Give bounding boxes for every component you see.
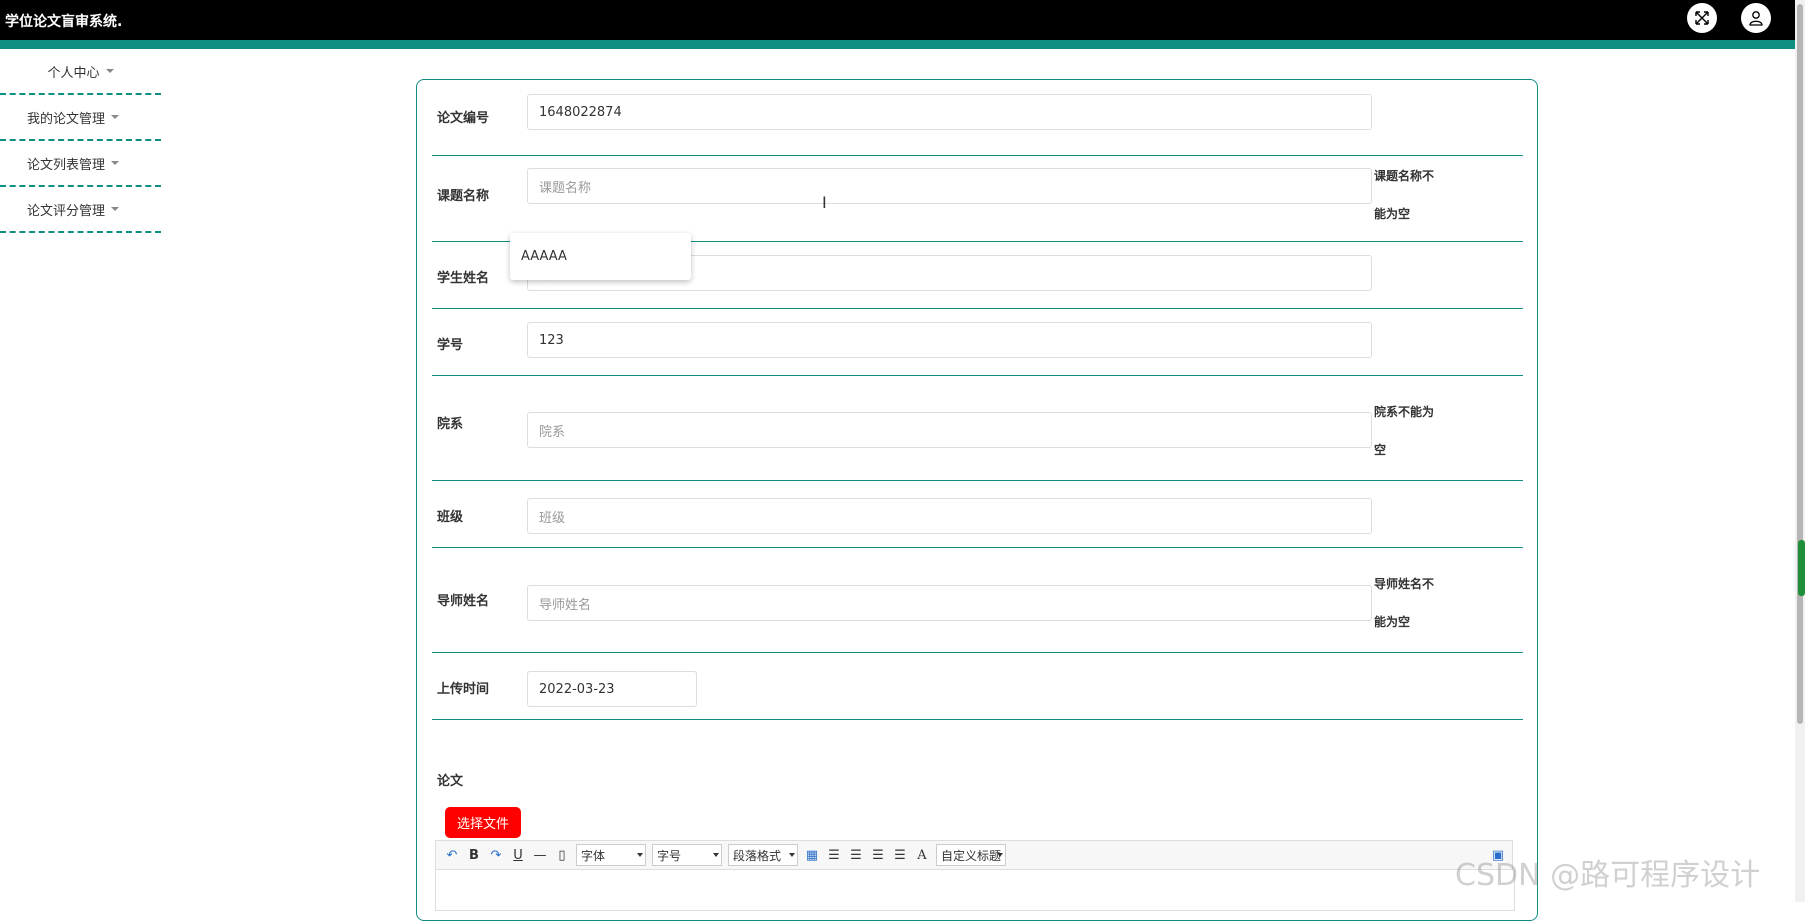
paragraph-select[interactable]: 段落格式 (728, 844, 798, 866)
department-error-line1: 院系不能为 (1374, 405, 1435, 419)
topic-label: 课题名称 (437, 189, 490, 204)
paper-no-row: 论文编号 1648022874 (432, 80, 1523, 156)
department-error-line2: 空 (1374, 443, 1387, 457)
advisor-input[interactable]: 导师姓名 (527, 585, 1372, 621)
student-id-label: 学号 (437, 338, 464, 353)
advisor-label: 导师姓名 (437, 594, 490, 609)
student-id-row: 学号 123 (432, 308, 1523, 376)
align-center-icon[interactable]: ☰ (870, 848, 886, 863)
sidebar-item-label: 论文列表管理 (27, 157, 106, 173)
department-error: 院系不能为 空 (1374, 393, 1449, 469)
chevron-down-icon (789, 853, 795, 857)
advisor-error-line1: 导师姓名不 (1374, 577, 1435, 591)
editor-toolbar: ↶ B ↷ U — ▯ 字体 字号 段落格式 ▦ ☰ ☰ ☰ ☰ A 自定义标题… (435, 840, 1513, 870)
advisor-row: 导师姓名 导师姓名 导师姓名不 能为空 (432, 547, 1523, 653)
topic-row: 课题名称 课题名称 课题名称不 能为空 (432, 155, 1523, 242)
form-panel: 论文编号 1648022874 课题名称 课题名称 课题名称不 能为空 学生姓名… (416, 79, 1538, 921)
autocomplete-option[interactable]: AAAAA (521, 249, 567, 264)
paper-label: 论文 (437, 774, 464, 789)
align-right-icon[interactable]: ☰ (848, 848, 864, 863)
user-button[interactable] (1741, 3, 1771, 33)
chevron-down-icon (713, 853, 719, 857)
sidebar-item-personal-center[interactable]: 个人中心 (0, 49, 161, 95)
chevron-down-icon (997, 853, 1003, 857)
paste-icon[interactable]: ▯ (554, 848, 570, 863)
table-icon[interactable]: ▦ (804, 848, 820, 863)
horizontal-rule-icon[interactable]: — (532, 848, 548, 863)
custom-title-value: 自定义标题 (941, 848, 1002, 863)
choose-file-button[interactable]: 选择文件 (445, 807, 521, 838)
student-name-label: 学生姓名 (437, 271, 490, 286)
advisor-error: 导师姓名不 能为空 (1374, 565, 1449, 641)
department-label: 院系 (437, 417, 464, 432)
chevron-down-icon (105, 69, 114, 73)
topic-error-line1: 课题名称不 (1374, 169, 1435, 183)
app-title: 学位论文盲审系统. (5, 14, 123, 30)
expand-icon (1695, 11, 1709, 25)
font-family-value: 字体 (581, 848, 606, 863)
topic-input[interactable]: 课题名称 (527, 168, 1372, 204)
page-scrollbar[interactable] (1795, 0, 1805, 902)
editor-content-area[interactable] (435, 870, 1515, 911)
upload-time-label: 上传时间 (437, 682, 490, 697)
sidebar: 个人中心 我的论文管理 论文列表管理 论文评分管理 (0, 49, 161, 233)
department-row: 院系 院系 院系不能为 空 (432, 375, 1523, 481)
text-cursor-icon: I (822, 193, 827, 212)
font-size-select[interactable]: 字号 (652, 844, 722, 866)
scrollbar-marker (1798, 540, 1805, 596)
scrollbar-thumb[interactable] (1797, 4, 1803, 724)
bold-icon[interactable]: B (466, 848, 482, 863)
user-icon (1749, 11, 1763, 26)
fullscreen-button[interactable] (1687, 3, 1717, 33)
topic-error: 课题名称不 能为空 (1374, 157, 1449, 233)
upload-time-input[interactable]: 2022-03-23 (527, 671, 697, 707)
font-family-select[interactable]: 字体 (576, 844, 646, 866)
class-row: 班级 班级 (432, 480, 1523, 548)
topic-error-line2: 能为空 (1374, 207, 1411, 221)
chevron-down-icon (111, 207, 120, 211)
align-left-icon[interactable]: ☰ (826, 848, 842, 863)
custom-title-select[interactable]: 自定义标题 (936, 844, 1006, 866)
chevron-down-icon (111, 115, 120, 119)
top-bar: 学位论文盲审系统. (0, 0, 1795, 40)
chevron-down-icon (637, 853, 643, 857)
paper-no-input[interactable]: 1648022874 (527, 94, 1372, 130)
sidebar-item-my-papers[interactable]: 我的论文管理 (0, 95, 161, 141)
student-id-input[interactable]: 123 (527, 322, 1372, 358)
chevron-down-icon (111, 161, 120, 165)
font-color-icon[interactable]: A (914, 848, 930, 863)
department-input[interactable]: 院系 (527, 412, 1372, 448)
sidebar-item-label: 论文评分管理 (27, 203, 106, 219)
class-input[interactable]: 班级 (527, 498, 1372, 534)
font-size-value: 字号 (657, 848, 682, 863)
align-justify-icon[interactable]: ☰ (892, 848, 908, 863)
paragraph-value: 段落格式 (733, 848, 782, 863)
undo-icon[interactable]: ↶ (444, 848, 460, 863)
advisor-error-line2: 能为空 (1374, 615, 1411, 629)
class-label: 班级 (437, 510, 464, 525)
paper-no-label: 论文编号 (437, 111, 490, 126)
sidebar-item-label: 我的论文管理 (27, 111, 106, 127)
sidebar-item-paper-scoring[interactable]: 论文评分管理 (0, 187, 161, 233)
upload-time-row: 上传时间 2022-03-23 (432, 652, 1523, 720)
underline-icon[interactable]: U (510, 848, 526, 863)
watermark: CSDN @路可程序设计 (1455, 858, 1761, 893)
sidebar-item-paper-list[interactable]: 论文列表管理 (0, 141, 161, 187)
redo-icon[interactable]: ↷ (488, 848, 504, 863)
topic-autocomplete-dropdown[interactable]: AAAAA (510, 233, 691, 280)
sidebar-item-label: 个人中心 (47, 65, 100, 81)
header-accent-line (0, 40, 1795, 49)
